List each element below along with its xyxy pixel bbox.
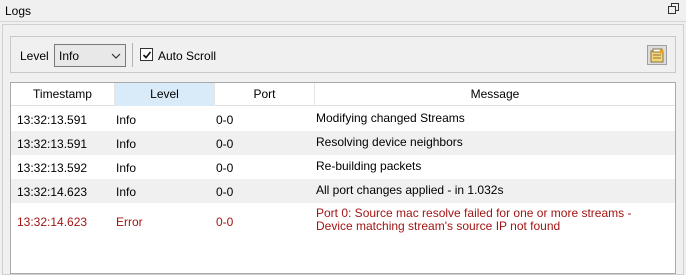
chevron-down-icon [111,53,121,59]
log-toolbar: Level Info Auto Scroll [10,36,676,73]
level-label: Level [20,49,49,63]
message-cell: Resolving device neighbors [316,135,463,149]
column-header-port[interactable]: Port [215,83,315,106]
level-cell: Info [116,161,137,175]
toolbar-separator [132,43,133,67]
logs-panel: Level Info Auto Scroll Timestamp Level P… [2,24,684,275]
message-cell: Modifying changed Streams [316,111,465,125]
port-cell: 0-0 [216,113,234,127]
level-dropdown[interactable]: Info [54,44,126,67]
column-header-level[interactable]: Level [115,83,215,106]
message-cell: Re-building packets [316,159,422,173]
clear-logs-button[interactable] [647,45,667,65]
port-cell: 0-0 [216,161,234,175]
level-cell: Info [116,137,137,151]
timestamp-cell: 13:32:14.623 [17,185,88,199]
level-cell: Info [116,113,137,127]
window-title: Logs [5,4,32,18]
port-cell: 0-0 [216,137,234,151]
message-cell: All port changes applied - in 1.032s [316,183,504,197]
table-row-error[interactable]: 13:32:14.623 Error 0-0 Port 0: Source ma… [11,203,675,239]
log-table: Timestamp Level Port Message 13:32:13.59… [10,82,676,274]
logs-titlebar: Logs [0,0,686,22]
clear-log-icon [650,48,664,63]
table-row[interactable]: 13:32:13.591 Info 0-0 Resolving device n… [11,131,675,155]
message-cell: Port 0: Source mac resolve failed for on… [316,206,632,233]
timestamp-cell: 13:32:13.591 [17,113,88,127]
table-body: 13:32:13.591 Info 0-0 Modifying changed … [11,107,675,239]
table-row[interactable]: 13:32:14.623 Info 0-0 All port changes a… [11,179,675,203]
timestamp-cell: 13:32:13.591 [17,137,88,151]
timestamp-cell: 13:32:13.592 [17,161,88,175]
level-cell: Info [116,185,137,199]
port-cell: 0-0 [216,215,234,229]
level-dropdown-value: Info [59,49,80,63]
timestamp-cell: 13:32:14.623 [17,215,88,229]
auto-scroll-checkbox[interactable] [140,48,153,61]
auto-scroll-label[interactable]: Auto Scroll [158,49,216,63]
column-header-message[interactable]: Message [315,83,675,106]
level-cell: Error [116,215,143,229]
table-header: Timestamp Level Port Message [11,83,675,106]
table-row[interactable]: 13:32:13.592 Info 0-0 Re-building packet… [11,155,675,179]
column-header-timestamp[interactable]: Timestamp [11,83,115,106]
checkmark-icon [142,51,152,59]
port-cell: 0-0 [216,185,234,199]
float-window-icon[interactable] [668,3,682,17]
table-row[interactable]: 13:32:13.591 Info 0-0 Modifying changed … [11,107,675,131]
